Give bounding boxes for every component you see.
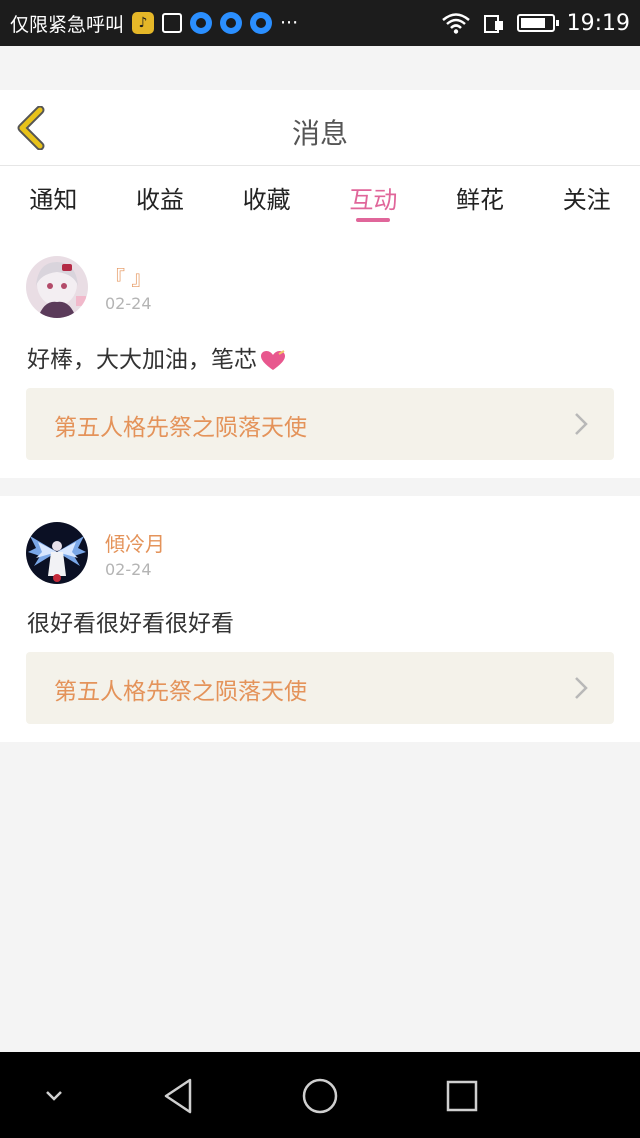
message-date: 02-24 [105,294,152,313]
qq-icon [190,12,213,34]
sim-icon [483,15,503,33]
work-title: 第五人格先祭之陨落天使 [54,415,307,441]
comment-body: 好棒，大大加油，笔芯 [27,347,257,373]
avatar-image [26,522,88,584]
clock: 19:19 [566,10,630,36]
work-title: 第五人格先祭之陨落天使 [54,679,307,705]
back-triangle-icon [164,1078,192,1114]
status-left: 仅限紧急呼叫 ♪ ··· [10,10,298,37]
home-button[interactable] [298,1074,342,1118]
tab-interactions[interactable]: 互动 [320,166,427,234]
top-spacer [0,46,640,90]
more-notifications-icon: ··· [280,12,299,34]
tab-bar: 通知 收益 收藏 互动 鲜花 关注 [0,166,640,234]
status-right: 19:19 [441,11,630,36]
tab-favorites[interactable]: 收藏 [213,166,320,234]
chevron-right-icon [575,677,588,699]
carrier-text: 仅限紧急呼叫 [10,13,125,36]
work-link[interactable]: 第五人格先祭之陨落天使 [26,652,614,724]
header-bar: 消息 [0,90,640,166]
comment-text: 很好看很好看很好看 [27,611,234,637]
gallery-icon [162,13,183,33]
work-link[interactable]: 第五人格先祭之陨落天使 [26,388,614,460]
message-card: 『 』 02-24 好棒，大大加油，笔芯 第五人格先祭之陨落天使 [0,234,640,478]
username[interactable]: 『 』 [105,262,151,291]
avatar[interactable] [26,256,88,318]
message-date: 02-24 [105,560,152,579]
recents-button[interactable] [440,1074,484,1118]
tab-flowers[interactable]: 鲜花 [427,166,534,234]
tab-earnings[interactable]: 收益 [107,166,214,234]
comment-text: 好棒，大大加油，笔芯 [27,340,287,374]
avatar-image [26,256,88,318]
qq-icon [220,12,243,34]
message-card: 傾冷月 02-24 很好看很好看很好看 第五人格先祭之陨落天使 [0,496,640,742]
system-back-button[interactable] [156,1074,200,1118]
wifi-icon [441,13,470,34]
collapse-chevron-icon [46,1091,62,1101]
avatar[interactable] [26,522,88,584]
recents-square-icon [446,1080,478,1112]
qq-icon [250,12,273,34]
battery-icon [516,14,559,32]
system-nav-bar [0,1052,640,1138]
tab-following[interactable]: 关注 [533,166,640,234]
chevron-right-icon [575,413,588,435]
username[interactable]: 傾冷月 [105,528,165,557]
tab-notifications[interactable]: 通知 [0,166,107,234]
music-app-icon: ♪ [132,12,155,34]
home-circle-icon [302,1078,338,1114]
heart-icon [261,349,285,370]
page-title: 消息 [291,117,348,150]
status-bar: 仅限紧急呼叫 ♪ ··· 19:19 [0,0,640,46]
collapse-button[interactable] [32,1074,76,1118]
